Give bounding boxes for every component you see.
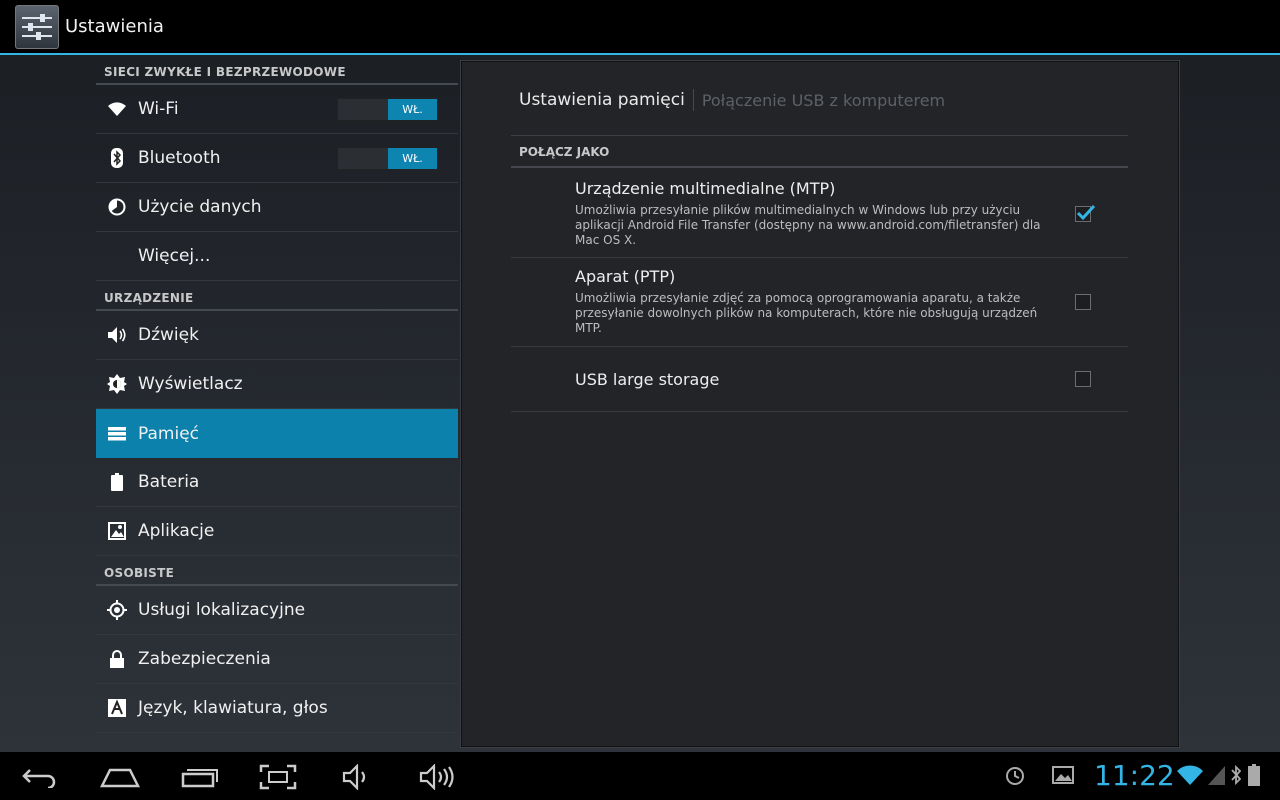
checkmark-icon	[1076, 204, 1096, 221]
battery-icon	[96, 473, 138, 491]
usb-storage-checkbox[interactable]	[1075, 371, 1091, 387]
sidebar-item-sound[interactable]: Dźwięk	[96, 311, 458, 360]
volume-up-icon	[419, 764, 454, 790]
wifi-icon	[96, 101, 138, 117]
sidebar-item-label: Więcej...	[138, 246, 211, 266]
sidebar-item-language[interactable]: Język, klawiatura, głos	[96, 684, 458, 733]
ptp-checkbox[interactable]	[1075, 294, 1091, 310]
sidebar-item-label: Usługi lokalizacyjne	[138, 600, 306, 620]
wifi-toggle[interactable]: WŁ.	[337, 98, 438, 121]
battery-status-icon	[1248, 764, 1260, 786]
option-title: Aparat (PTP)	[575, 267, 676, 286]
sidebar-item-more[interactable]: Więcej...	[96, 232, 458, 281]
language-icon	[96, 699, 138, 717]
app-title: Ustawienia	[65, 16, 164, 37]
home-icon	[100, 768, 140, 788]
settings-app-icon[interactable]	[15, 4, 59, 49]
breadcrumb-divider	[692, 89, 694, 111]
sidebar-item-display[interactable]: Wyświetlacz	[96, 360, 458, 409]
action-bar: Ustawienia	[0, 0, 1280, 55]
system-bar: 11:22	[0, 752, 1280, 800]
option-usb-storage[interactable]: USB large storage	[511, 347, 1128, 412]
option-ptp[interactable]: Aparat (PTP) Umożliwia przesyłanie zdjęć…	[511, 258, 1128, 347]
sidebar-item-wifi[interactable]: Wi-Fi WŁ.	[96, 85, 458, 134]
back-button[interactable]	[20, 762, 60, 792]
section-header-connect-as: POŁĄCZ JAKO	[511, 145, 1128, 168]
back-icon	[22, 769, 56, 788]
option-title: USB large storage	[575, 370, 720, 389]
sidebar-item-label: Bluetooth	[138, 148, 221, 168]
sidebar-item-label: Użycie danych	[138, 197, 262, 217]
wifi-signal-icon	[1176, 764, 1204, 786]
volume-down-button[interactable]	[338, 762, 378, 792]
section-header-personal: OSOBISTE	[96, 556, 458, 586]
home-button[interactable]	[100, 762, 140, 792]
sidebar-item-data-usage[interactable]: Użycie danych	[96, 183, 458, 232]
screenshot-icon	[259, 764, 297, 790]
breadcrumb: Ustawienia pamięci Połączenie USB z komp…	[519, 89, 945, 111]
recent-apps-icon	[181, 769, 218, 788]
location-icon	[96, 600, 138, 620]
volume-up-button[interactable]	[418, 762, 458, 792]
brightness-icon	[96, 374, 138, 394]
sidebar-item-label: Aplikacje	[138, 521, 215, 541]
section-header-device: URZĄDZENIE	[96, 281, 458, 311]
recent-apps-button[interactable]	[180, 762, 220, 792]
mtp-checkbox[interactable]	[1075, 204, 1096, 222]
option-mtp[interactable]: Urządzenie multimedialne (MTP) Umożliwia…	[511, 171, 1128, 258]
screenshot-button[interactable]	[258, 762, 298, 792]
bluetooth-toggle[interactable]: WŁ.	[337, 147, 438, 170]
lock-icon	[96, 650, 138, 668]
toggle-state: WŁ.	[388, 148, 437, 169]
storage-icon	[96, 426, 138, 441]
bluetooth-status-icon	[1230, 764, 1242, 786]
apps-icon	[96, 522, 138, 540]
sidebar-item-label: Zabezpieczenia	[138, 649, 271, 669]
status-clock: 11:22	[1094, 759, 1175, 792]
volume-icon	[96, 326, 138, 344]
gallery-icon	[1052, 766, 1074, 784]
sidebar-item-label: Wi-Fi	[138, 99, 179, 119]
sidebar-item-apps[interactable]: Aplikacje	[96, 507, 458, 556]
sidebar-item-security[interactable]: Zabezpieczenia	[96, 635, 458, 684]
volume-down-icon	[342, 764, 366, 790]
sidebar-item-storage[interactable]: Pamięć	[96, 409, 458, 458]
sidebar-item-location[interactable]: Usługi lokalizacyjne	[96, 586, 458, 635]
bluetooth-icon	[96, 148, 138, 168]
sidebar-item-label: Wyświetlacz	[138, 374, 243, 394]
breadcrumb-sub: Połączenie USB z komputerem	[701, 90, 946, 110]
sidebar-item-label: Bateria	[138, 472, 200, 492]
section-header-networks: SIECI ZWYKŁE I BEZPRZEWODOWE	[96, 55, 458, 85]
option-description: Umożliwia przesyłanie plików multimedial…	[575, 203, 1041, 247]
sidebar-item-label: Dźwięk	[138, 325, 199, 345]
breadcrumb-current[interactable]: Ustawienia pamięci	[519, 90, 685, 110]
toggle-state: WŁ.	[388, 99, 437, 120]
cell-signal-icon	[1206, 764, 1226, 786]
divider	[511, 135, 1128, 136]
settings-list: SIECI ZWYKŁE I BEZPRZEWODOWE Wi-Fi WŁ. B…	[96, 55, 458, 752]
option-description: Umożliwia przesyłanie zdjęć za pomocą op…	[575, 291, 1038, 335]
sidebar-item-label: Pamięć	[138, 423, 199, 444]
option-title: Urządzenie multimedialne (MTP)	[575, 179, 836, 198]
alarm-icon	[1005, 766, 1025, 786]
storage-settings-panel: Ustawienia pamięci Połączenie USB z komp…	[460, 60, 1180, 748]
sidebar-item-label: Język, klawiatura, głos	[138, 698, 328, 718]
data-usage-icon	[96, 198, 138, 216]
sidebar-item-bluetooth[interactable]: Bluetooth WŁ.	[96, 134, 458, 183]
sidebar-item-battery[interactable]: Bateria	[96, 458, 458, 507]
